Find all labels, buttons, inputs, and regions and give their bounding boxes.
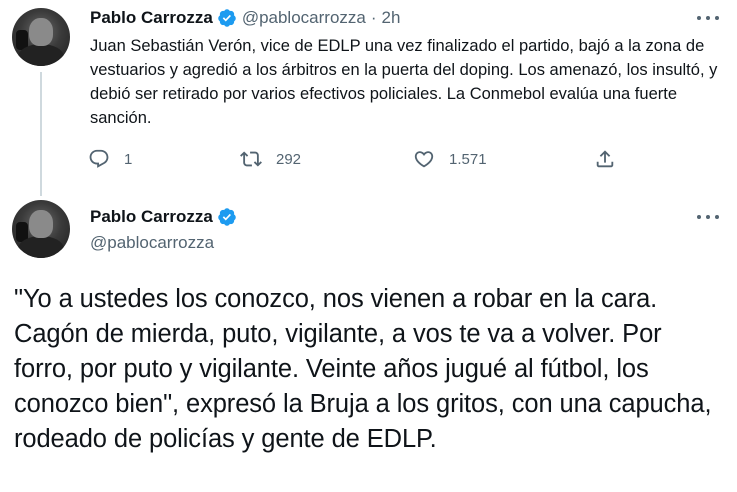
share-button[interactable] (594, 148, 616, 170)
avatar-shoulders-shape (18, 236, 64, 258)
more-options-icon[interactable] (697, 207, 719, 227)
author-handle[interactable]: @pablocarrozza (242, 8, 366, 28)
verified-badge-icon (218, 208, 236, 226)
avatar-face-shape (29, 18, 53, 46)
retweet-count: 292 (276, 150, 302, 168)
reply-count: 1 (124, 150, 133, 168)
reply-button[interactable]: 1 (88, 148, 132, 170)
verified-badge-icon (218, 9, 236, 27)
retweet-button[interactable]: 292 (240, 148, 301, 170)
reply-icon (89, 149, 109, 168)
more-options-icon[interactable] (697, 8, 719, 28)
retweet-icon (240, 151, 262, 167)
share-icon (596, 150, 614, 168)
like-button[interactable]: 1.571 (413, 148, 487, 170)
separator-dot: · (370, 8, 377, 27)
like-icon (414, 151, 434, 168)
author-name[interactable]: Pablo Carrozza (90, 207, 213, 227)
thread-line (40, 72, 42, 196)
tweet-text: Juan Sebastián Verón, vice de EDLP una v… (90, 37, 718, 127)
tweet-header: Pablo Carrozza @pablocarrozza · 2h (90, 8, 400, 28)
author-name[interactable]: Pablo Carrozza (90, 8, 213, 28)
tweet-timestamp[interactable]: 2h (382, 8, 401, 28)
author-handle[interactable]: @pablocarrozza (90, 233, 214, 253)
avatar-face-shape (29, 210, 53, 238)
tweet-text: "Yo a ustedes los conozco, nos vienen a … (14, 285, 712, 453)
author-avatar[interactable] (12, 8, 70, 66)
tweet-header: Pablo Carrozza (90, 207, 237, 227)
author-avatar[interactable] (12, 200, 70, 258)
like-count: 1.571 (449, 150, 487, 168)
avatar-shoulders-shape (18, 44, 64, 66)
